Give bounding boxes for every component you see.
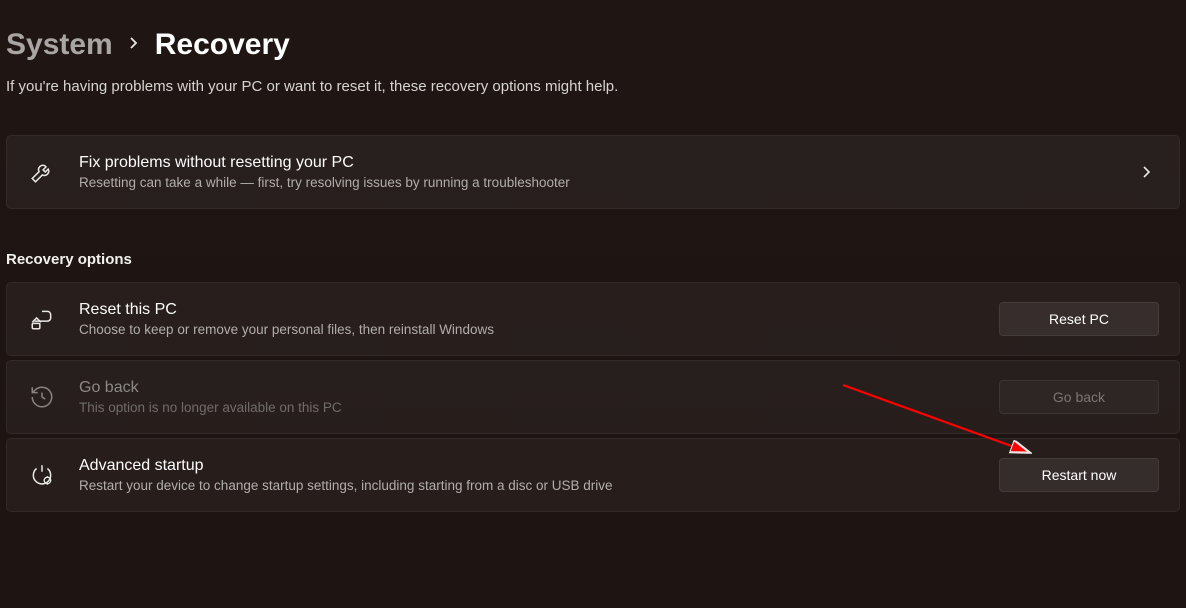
fix-problems-desc: Resetting can take a while — first, try … bbox=[79, 175, 1113, 190]
history-icon bbox=[27, 384, 57, 410]
go-back-row: Go back This option is no longer availab… bbox=[6, 360, 1180, 434]
advanced-startup-title: Advanced startup bbox=[79, 457, 977, 475]
fix-problems-card[interactable]: Fix problems without resetting your PC R… bbox=[6, 135, 1180, 209]
chevron-right-icon bbox=[1135, 165, 1159, 179]
breadcrumb-parent[interactable]: System bbox=[6, 28, 113, 62]
reset-pc-title: Reset this PC bbox=[79, 301, 977, 319]
page-subtitle: If you're having problems with your PC o… bbox=[0, 62, 1186, 95]
power-gear-icon bbox=[27, 462, 57, 488]
advanced-startup-desc: Restart your device to change startup se… bbox=[79, 478, 977, 493]
go-back-button: Go back bbox=[999, 380, 1159, 414]
reset-pc-desc: Choose to keep or remove your personal f… bbox=[79, 322, 977, 337]
reset-pc-button[interactable]: Reset PC bbox=[999, 302, 1159, 336]
reset-pc-row: Reset this PC Choose to keep or remove y… bbox=[6, 282, 1180, 356]
breadcrumb: System Recovery bbox=[0, 0, 1186, 62]
fix-problems-title: Fix problems without resetting your PC bbox=[79, 154, 1113, 172]
chevron-right-icon bbox=[129, 36, 139, 55]
wrench-icon bbox=[27, 159, 57, 185]
advanced-startup-row: Advanced startup Restart your device to … bbox=[6, 438, 1180, 512]
recovery-options-header: Recovery options bbox=[0, 209, 1186, 282]
reset-icon bbox=[27, 306, 57, 332]
breadcrumb-current: Recovery bbox=[155, 28, 290, 62]
go-back-title: Go back bbox=[79, 379, 977, 397]
restart-now-button[interactable]: Restart now bbox=[999, 458, 1159, 492]
go-back-desc: This option is no longer available on th… bbox=[79, 400, 977, 415]
